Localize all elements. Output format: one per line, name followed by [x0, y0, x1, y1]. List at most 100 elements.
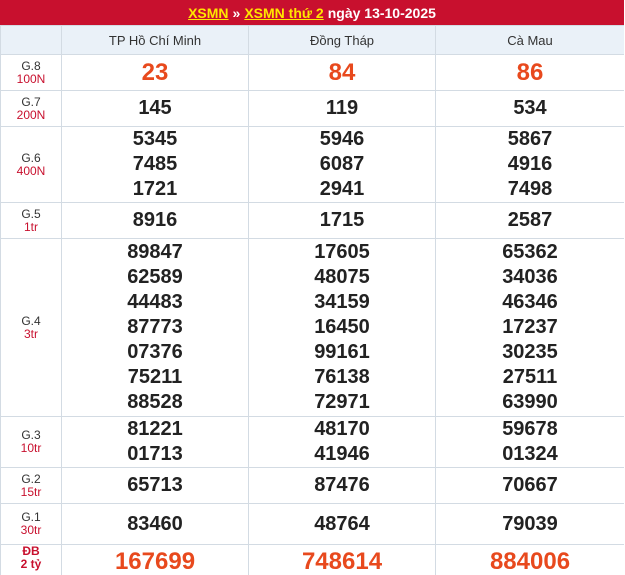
winning-number[interactable]: 534 [436, 96, 624, 121]
winning-number[interactable]: 01713 [62, 442, 248, 467]
winning-number[interactable]: 46346 [436, 290, 624, 315]
winning-number[interactable]: 79039 [436, 512, 624, 537]
winning-number[interactable]: 884006 [436, 549, 624, 574]
winning-number[interactable]: 81221 [62, 417, 248, 442]
prize-numbers-cell: 5867 4916 7498 [435, 126, 624, 203]
prize-numbers-cell: 83460 [61, 503, 249, 545]
winning-number[interactable]: 145 [62, 96, 248, 121]
winning-number[interactable]: 34159 [249, 290, 435, 315]
province-header-row: TP Hồ Chí Minh Đồng Tháp Cà Mau [0, 25, 624, 55]
winning-number[interactable]: 5867 [436, 127, 624, 152]
prize-numbers-cell: 59678 01324 [435, 416, 624, 468]
prize-label: G.8 100N [0, 54, 62, 91]
results-table: TP Hồ Chí Minh Đồng Tháp Cà Mau G.8 100N 2… [0, 25, 624, 575]
prize-amount: 15tr [20, 484, 42, 499]
winning-number[interactable]: 70667 [436, 473, 624, 498]
draw-date: ngày 13-10-2025 [327, 4, 436, 21]
xsmn-link[interactable]: XSMN [188, 5, 228, 21]
prize-label: G.6 400N [0, 126, 62, 203]
prize-amount: 1tr [23, 219, 38, 234]
prize-numbers-cell: 81221 01713 [61, 416, 249, 468]
winning-number[interactable]: 7485 [62, 152, 248, 177]
prize-row: G.4 3tr 89847 62589 44483 87773 07376 75211 8852… [0, 238, 624, 417]
prize-numbers-cell: 1715 [248, 202, 436, 239]
prize-numbers-cell: 748614 [248, 544, 436, 575]
winning-number[interactable]: 1721 [62, 177, 248, 202]
winning-number[interactable]: 17237 [436, 315, 624, 340]
winning-number[interactable]: 89847 [62, 240, 248, 265]
winning-number[interactable]: 7498 [436, 177, 624, 202]
winning-number[interactable]: 62589 [62, 265, 248, 290]
winning-number[interactable]: 167699 [62, 549, 248, 574]
winning-number[interactable]: 76138 [249, 365, 435, 390]
winning-number[interactable]: 16450 [249, 315, 435, 340]
winning-number[interactable]: 59678 [436, 417, 624, 442]
province-header[interactable]: Đồng Tháp [248, 25, 436, 55]
prize-name: G.8 [21, 58, 41, 73]
prize-numbers-cell: 17605 48075 34159 16450 99161 76138 72971 [248, 238, 436, 417]
winning-number[interactable]: 119 [249, 96, 435, 121]
prize-numbers-cell: 5345 7485 1721 [61, 126, 249, 203]
winning-number[interactable]: 17605 [249, 240, 435, 265]
winning-number[interactable]: 65713 [62, 473, 248, 498]
prize-label: G.1 30tr [0, 503, 62, 545]
winning-number[interactable]: 48764 [249, 512, 435, 537]
winning-number[interactable]: 86 [436, 60, 624, 85]
prize-amount: 2 tỷ [20, 557, 42, 571]
results-panel: XSMN » XSMN thứ 2 ngày 13-10-2025 TP Hồ … [0, 0, 624, 575]
winning-number[interactable]: 41946 [249, 442, 435, 467]
winning-number[interactable]: 75211 [62, 365, 248, 390]
winning-number[interactable]: 1715 [249, 208, 435, 233]
winning-number[interactable]: 30235 [436, 340, 624, 365]
xsmn-monday-link[interactable]: XSMN thứ 2 [244, 5, 323, 21]
prize-numbers-cell: 23 [61, 54, 249, 91]
prize-numbers-cell: 65713 [61, 467, 249, 504]
prize-numbers-cell: 884006 [435, 544, 624, 575]
province-header[interactable]: Cà Mau [435, 25, 624, 55]
winning-number[interactable]: 87476 [249, 473, 435, 498]
prize-name: G.5 [21, 206, 41, 221]
prize-numbers-cell: 65362 34036 46346 17237 30235 27511 63990 [435, 238, 624, 417]
winning-number[interactable]: 65362 [436, 240, 624, 265]
prize-numbers-cell: 119 [248, 90, 436, 127]
winning-number[interactable]: 4916 [436, 152, 624, 177]
winning-number[interactable]: 44483 [62, 290, 248, 315]
prize-name: G.4 [21, 313, 41, 328]
winning-number[interactable]: 34036 [436, 265, 624, 290]
winning-number[interactable]: 63990 [436, 390, 624, 415]
prize-numbers-cell: 86 [435, 54, 624, 91]
prize-numbers-cell: 84 [248, 54, 436, 91]
winning-number[interactable]: 88528 [62, 390, 248, 415]
prize-amount: 200N [16, 107, 46, 122]
prize-row: ĐB 2 tỷ 167699 748614 884006 [0, 544, 624, 575]
prize-label: G.3 10tr [0, 416, 62, 468]
winning-number[interactable]: 2941 [249, 177, 435, 202]
winning-number[interactable]: 27511 [436, 365, 624, 390]
winning-number[interactable]: 48075 [249, 265, 435, 290]
prize-numbers-cell: 79039 [435, 503, 624, 545]
prize-numbers-cell: 8916 [61, 202, 249, 239]
winning-number[interactable]: 8916 [62, 208, 248, 233]
winning-number[interactable]: 83460 [62, 512, 248, 537]
prize-row: G.1 30tr 83460 48764 79039 [0, 503, 624, 545]
results-header: XSMN » XSMN thứ 2 ngày 13-10-2025 [0, 0, 624, 25]
winning-number[interactable]: 87773 [62, 315, 248, 340]
winning-number[interactable]: 23 [62, 60, 248, 85]
winning-number[interactable]: 5946 [249, 127, 435, 152]
winning-number[interactable]: 07376 [62, 340, 248, 365]
prize-row: G.7 200N 145 119 534 [0, 90, 624, 127]
province-header[interactable]: TP Hồ Chí Minh [61, 25, 249, 55]
winning-number[interactable]: 748614 [249, 549, 435, 574]
prize-amount: 10tr [20, 441, 42, 455]
winning-number[interactable]: 99161 [249, 340, 435, 365]
winning-number[interactable]: 2587 [436, 208, 624, 233]
winning-number[interactable]: 5345 [62, 127, 248, 152]
prize-column-header [0, 25, 62, 55]
winning-number[interactable]: 6087 [249, 152, 435, 177]
winning-number[interactable]: 72971 [249, 390, 435, 415]
prize-amount: 3tr [23, 326, 38, 341]
winning-number[interactable]: 01324 [436, 442, 624, 467]
prize-row: G.5 1tr 8916 1715 2587 [0, 202, 624, 239]
winning-number[interactable]: 48170 [249, 417, 435, 442]
winning-number[interactable]: 84 [249, 60, 435, 85]
